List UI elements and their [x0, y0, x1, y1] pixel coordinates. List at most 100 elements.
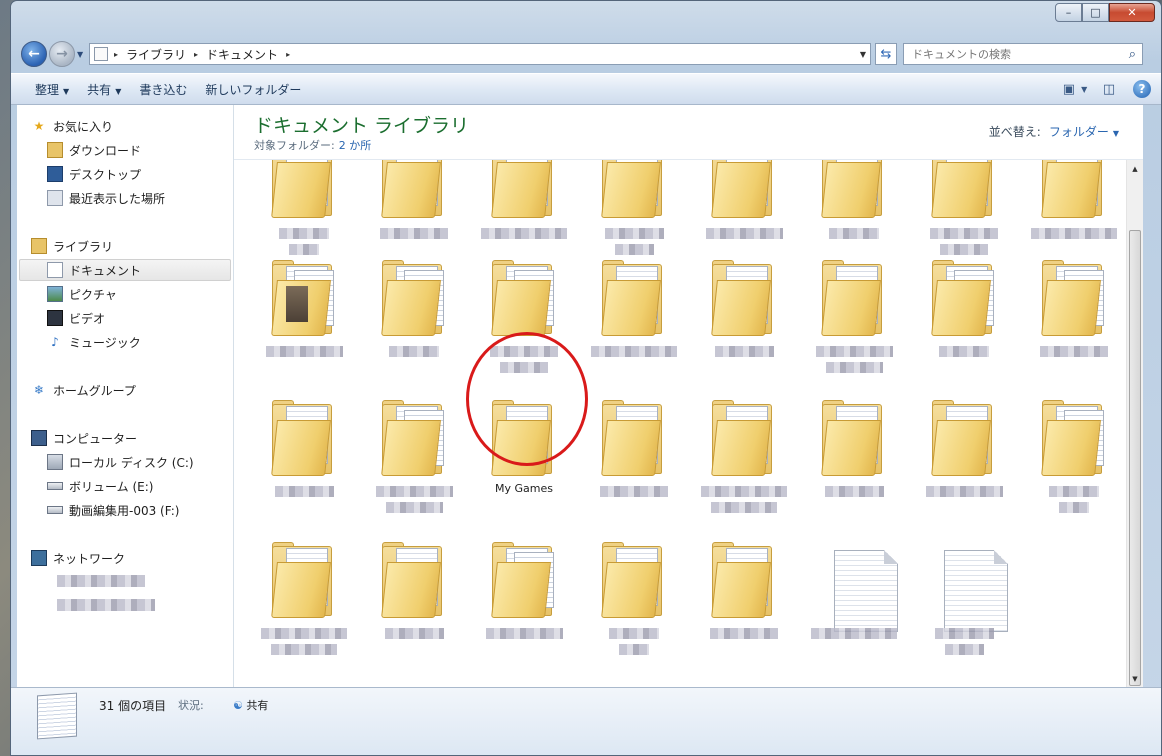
minimize-button[interactable]: –: [1055, 3, 1082, 22]
search-input[interactable]: [910, 46, 1114, 62]
folder-icon: [271, 160, 338, 218]
folder-item[interactable]: [1024, 260, 1124, 390]
sidebar-label: ドキュメント: [69, 263, 142, 278]
sidebar-item-volume-f[interactable]: 動画編集用-003 (F:): [47, 499, 179, 521]
breadcrumb-separator-icon[interactable]: ▸: [114, 50, 118, 59]
refresh-button[interactable]: ⇆: [875, 43, 897, 65]
address-dropdown-icon[interactable]: ▼: [860, 50, 866, 59]
folder-item[interactable]: [804, 160, 904, 272]
help-button[interactable]: ?: [1133, 80, 1151, 98]
sidebar-item-documents[interactable]: ドキュメント: [47, 259, 141, 281]
scroll-thumb[interactable]: [1129, 230, 1141, 686]
folder-item[interactable]: [254, 160, 354, 272]
item-label-redacted: [500, 362, 548, 373]
folder-item[interactable]: [1024, 160, 1124, 272]
folder-item[interactable]: [254, 542, 354, 672]
folder-icon: [931, 260, 998, 336]
new-folder-button[interactable]: 新しいフォルダー: [201, 81, 315, 98]
folder-item[interactable]: [584, 400, 684, 530]
share-button[interactable]: 共有 ▼: [83, 81, 135, 98]
sidebar-item-network[interactable]: ネットワーク: [31, 547, 125, 569]
folder-icon: [601, 542, 668, 618]
sidebar-item-favorites[interactable]: ★ お気に入り: [31, 115, 113, 137]
folder-item[interactable]: [804, 260, 904, 390]
sidebar-item-local-disk-c[interactable]: ローカル ディスク (C:): [47, 451, 194, 473]
sidebar-item-desktop[interactable]: デスクトップ: [47, 163, 141, 185]
folder-item[interactable]: [694, 400, 794, 530]
folder-item[interactable]: [364, 260, 464, 390]
breadcrumb-documents[interactable]: ドキュメント: [206, 46, 278, 63]
sidebar-item-volume-e[interactable]: ボリューム (E:): [47, 475, 153, 497]
folder-item[interactable]: [584, 260, 684, 390]
chevron-down-icon[interactable]: ▼: [1113, 129, 1119, 138]
folder-item[interactable]: [474, 542, 574, 672]
folder-item[interactable]: [694, 160, 794, 272]
maximize-button[interactable]: □: [1082, 3, 1109, 22]
sidebar-label: ローカル ディスク (C:): [69, 455, 194, 470]
address-field[interactable]: ▸ ライブラリ ▸ ドキュメント ▸ ▼: [89, 43, 871, 65]
sidebar-label: デスクトップ: [69, 167, 142, 182]
sidebar-item-recent-places[interactable]: 最近表示した場所: [47, 187, 165, 209]
item-label-redacted: [714, 346, 774, 357]
breadcrumb-separator-icon[interactable]: ▸: [286, 50, 290, 59]
computer-icon: [31, 430, 47, 446]
breadcrumb-libraries[interactable]: ライブラリ: [126, 46, 186, 63]
organize-button[interactable]: 整理 ▼: [11, 81, 83, 98]
scroll-up-icon[interactable]: ▲: [1127, 160, 1143, 177]
network-item-redacted[interactable]: [57, 575, 145, 587]
sidebar-item-computer[interactable]: コンピューター: [31, 427, 137, 449]
state-label: 状況:: [178, 699, 204, 712]
folder-item[interactable]: [914, 400, 1014, 530]
content-pane: ドキュメント ライブラリ 対象フォルダー: 2 か所 並べ替え: フォルダー ▼ My…: [234, 105, 1143, 687]
sidebar-item-videos[interactable]: ビデオ: [47, 307, 105, 329]
folder-item[interactable]: [474, 160, 574, 272]
file-item[interactable]: [914, 542, 1014, 672]
folder-item[interactable]: [254, 400, 354, 530]
recent-pages-dropdown[interactable]: ▼: [77, 50, 83, 59]
search-icon[interactable]: ⌕: [1129, 47, 1136, 62]
music-note-icon: ♪: [51, 335, 59, 349]
sidebar-item-downloads[interactable]: ダウンロード: [47, 139, 141, 161]
scroll-down-icon[interactable]: ▼: [1127, 670, 1143, 687]
item-label-redacted: [1049, 486, 1099, 497]
folder-item[interactable]: [364, 542, 464, 672]
search-box[interactable]: ⌕: [903, 43, 1143, 65]
folder-item[interactable]: [364, 160, 464, 272]
sidebar-item-libraries[interactable]: ライブラリ: [31, 235, 113, 257]
preview-pane-button[interactable]: ◫: [1099, 79, 1119, 99]
folder-item[interactable]: [914, 260, 1014, 390]
folder-item[interactable]: [694, 260, 794, 390]
item-label-redacted: [939, 346, 989, 357]
arrange-by: 並べ替え: フォルダー ▼: [989, 123, 1119, 140]
folder-item[interactable]: [804, 400, 904, 530]
folder-item[interactable]: [914, 160, 1014, 272]
folder-item[interactable]: [584, 160, 684, 272]
folder-item[interactable]: [694, 542, 794, 672]
back-button[interactable]: ←: [21, 41, 47, 67]
network-item-redacted[interactable]: [57, 599, 155, 611]
folder-icon: [601, 160, 668, 218]
folder-item[interactable]: [474, 260, 574, 390]
folder-item[interactable]: [364, 400, 464, 530]
item-label-redacted: [384, 628, 444, 639]
forward-button[interactable]: →: [49, 41, 75, 67]
sidebar-item-music[interactable]: ♪ ミュージック: [47, 331, 141, 353]
file-item[interactable]: [804, 542, 904, 672]
locations-link[interactable]: 2 か所: [339, 139, 372, 152]
change-view-button[interactable]: ▣ ▼: [1063, 79, 1087, 99]
folder-item[interactable]: [1024, 400, 1124, 530]
chevron-down-icon: ▼: [115, 86, 122, 96]
sidebar-item-homegroup[interactable]: ❄ ホームグループ: [31, 379, 136, 401]
burn-button[interactable]: 書き込む: [135, 81, 201, 98]
arrange-by-dropdown[interactable]: フォルダー: [1049, 125, 1109, 139]
document-icon: [94, 47, 108, 61]
sidebar-label: お気に入り: [53, 119, 114, 134]
folder-item-my-games[interactable]: My Games: [474, 400, 574, 530]
folder-item[interactable]: [584, 542, 684, 672]
vertical-scrollbar[interactable]: ▲ ▼: [1126, 160, 1143, 687]
folder-item[interactable]: [254, 260, 354, 390]
item-label-redacted: [1059, 502, 1089, 513]
sidebar-item-pictures[interactable]: ピクチャ: [47, 283, 117, 305]
breadcrumb-separator-icon[interactable]: ▸: [194, 50, 198, 59]
close-button[interactable]: ✕: [1109, 3, 1155, 22]
